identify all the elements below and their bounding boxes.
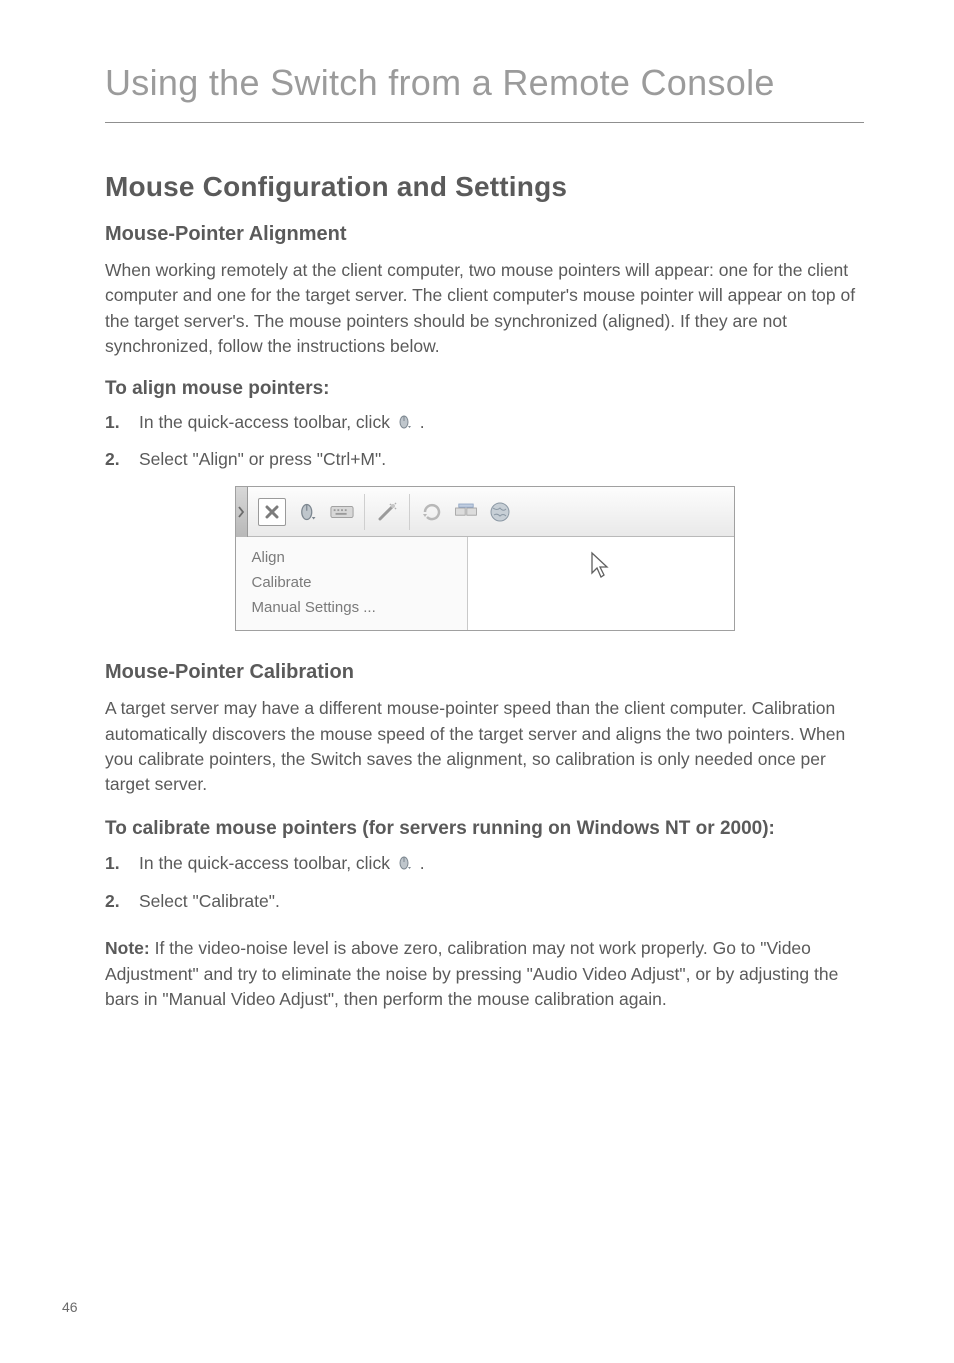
step1-pre-text: In the quick-access toolbar, click	[139, 853, 395, 873]
toolbar-figure: Align Calibrate Manual Settings ...	[105, 486, 864, 631]
note-paragraph: Note: If the video-noise level is above …	[105, 936, 864, 1012]
toolbar-group-2	[365, 487, 409, 536]
alignment-heading: Mouse-Pointer Alignment	[105, 223, 864, 246]
close-icon[interactable]	[258, 498, 286, 526]
alignment-step-1: 1. In the quick-access toolbar, click .	[105, 410, 864, 437]
page-root: Using the Switch from a Remote Console M…	[0, 0, 954, 1363]
calibration-step-2: 2. Select "Calibrate".	[105, 889, 864, 914]
toolbar-expander-handle[interactable]	[236, 487, 248, 537]
chapter-title: Using the Switch from a Remote Console	[105, 62, 864, 123]
dropdown-menu: Align Calibrate Manual Settings ...	[236, 537, 468, 630]
mouse-settings-icon	[397, 412, 413, 437]
step1-post-text: .	[420, 412, 425, 432]
cursor-arrow-icon	[588, 551, 614, 586]
globe-icon[interactable]	[488, 500, 512, 524]
calibration-howto-heading: To calibrate mouse pointers (for servers…	[105, 816, 864, 842]
mouse-dropdown-panel: Align Calibrate Manual Settings ...	[236, 537, 734, 630]
page-number: 46	[62, 1299, 78, 1315]
toolbar-group-3	[410, 487, 522, 536]
refresh-icon[interactable]	[420, 500, 444, 524]
alignment-body: When working remotely at the client comp…	[105, 258, 864, 360]
mouse-settings-icon[interactable]	[296, 500, 320, 524]
alignment-step-2: 2. Select "Align" or press "Ctrl+M".	[105, 447, 864, 472]
list-body: In the quick-access toolbar, click .	[139, 410, 864, 437]
step1-post-text: .	[420, 853, 425, 873]
calibration-step-1: 1. In the quick-access toolbar, click .	[105, 851, 864, 878]
note-body: If the video-noise level is above zero, …	[105, 938, 838, 1009]
wand-icon[interactable]	[375, 500, 399, 524]
list-number: 1.	[105, 853, 139, 874]
keyboard-icon[interactable]	[330, 500, 354, 524]
section-heading: Mouse Configuration and Settings	[105, 171, 864, 203]
alignment-howto-heading: To align mouse pointers:	[105, 378, 864, 400]
quick-access-toolbar: Align Calibrate Manual Settings ...	[235, 486, 735, 631]
menu-item-calibrate[interactable]: Calibrate	[236, 570, 467, 595]
list-body: Select "Align" or press "Ctrl+M".	[139, 447, 864, 472]
calibration-heading: Mouse-Pointer Calibration	[105, 661, 864, 684]
list-body: Select "Calibrate".	[139, 889, 864, 914]
screens-icon[interactable]	[454, 500, 478, 524]
list-number: 2.	[105, 891, 139, 912]
step1-pre-text: In the quick-access toolbar, click	[139, 412, 395, 432]
mouse-settings-icon	[397, 853, 413, 878]
menu-item-align[interactable]: Align	[236, 545, 467, 570]
note-label: Note:	[105, 938, 155, 958]
toolbar-group-1	[248, 487, 364, 536]
toolbar-row	[236, 487, 734, 537]
calibration-body: A target server may have a different mou…	[105, 696, 864, 798]
list-number: 2.	[105, 449, 139, 470]
list-number: 1.	[105, 412, 139, 433]
list-body: In the quick-access toolbar, click .	[139, 851, 864, 878]
menu-item-manual-settings[interactable]: Manual Settings ...	[236, 595, 467, 620]
dropdown-remainder	[468, 537, 734, 630]
